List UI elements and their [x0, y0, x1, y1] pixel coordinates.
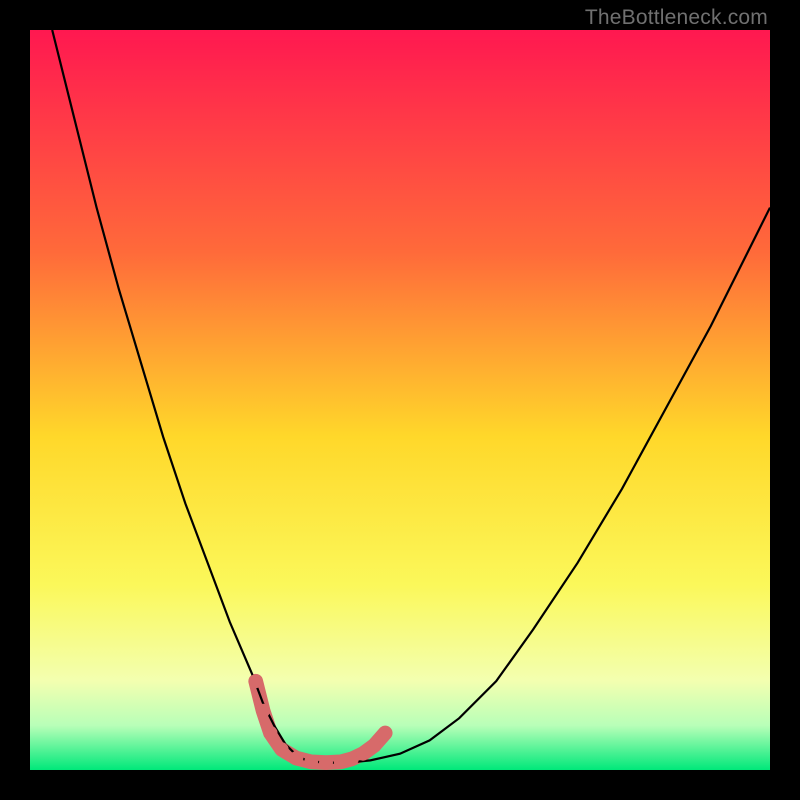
bottleneck-curve [52, 30, 770, 763]
highlight-dot [264, 726, 278, 740]
highlight-dot [367, 739, 381, 753]
highlight-dot [275, 742, 289, 756]
highlight-dot [249, 674, 263, 688]
highlight-dot [289, 751, 303, 765]
highlight-dot [319, 756, 333, 770]
highlight-dot [256, 704, 270, 718]
highlight-dot [304, 755, 318, 769]
highlight-dot [378, 726, 392, 740]
plot-area [30, 30, 770, 770]
curve-layer [30, 30, 770, 770]
watermark-text: TheBottleneck.com [585, 6, 768, 30]
